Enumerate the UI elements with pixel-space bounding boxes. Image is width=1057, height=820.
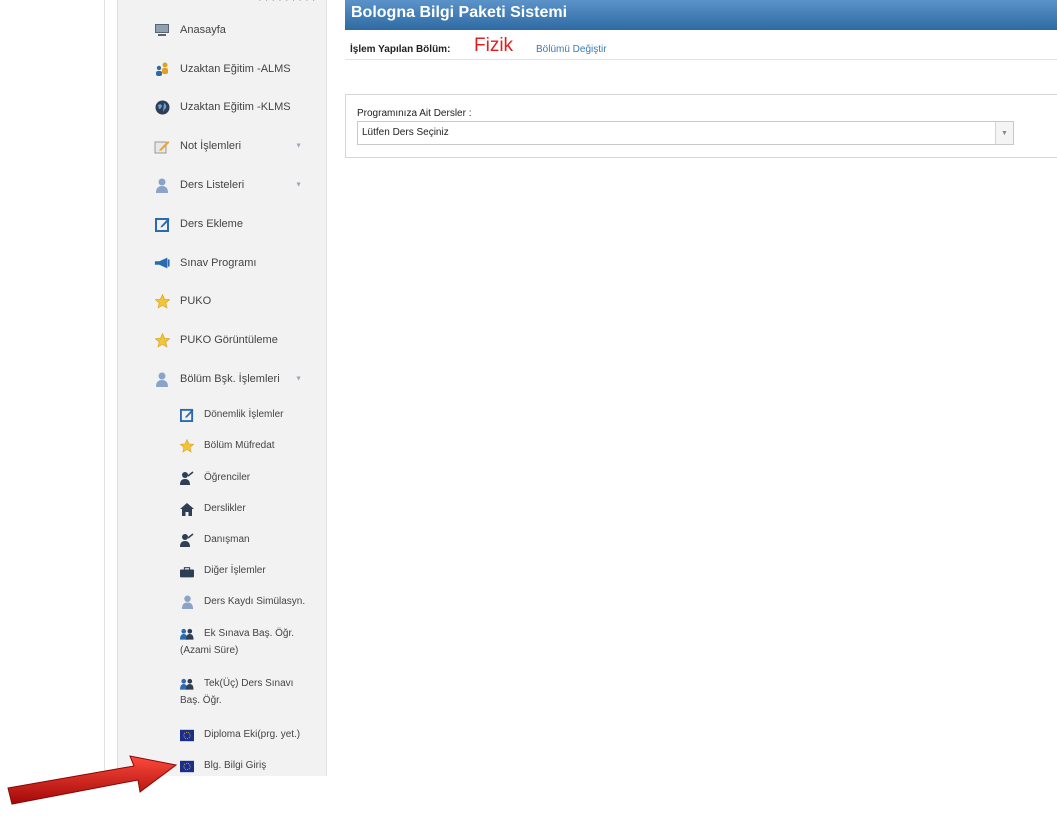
- user-icon: [180, 595, 194, 609]
- app-header: Bologna Bilgi Paketi Sistemi: [345, 0, 1057, 30]
- edit-icon: [180, 408, 194, 422]
- star-icon: [180, 439, 194, 453]
- sidebar-item-puko-goruntuleme[interactable]: PUKO Görüntüleme: [118, 322, 326, 358]
- sidebar: · · · · · · · · · Anasayfa Uzaktan Eğiti…: [117, 0, 327, 776]
- sidebar-item-alms[interactable]: Uzaktan Eğitim -ALMS: [118, 51, 326, 87]
- sidebar-item-label: PUKO: [180, 295, 212, 307]
- chevron-down-icon: ▼: [295, 181, 302, 189]
- subitem-label: Öğrenciler: [204, 472, 251, 483]
- group-icon: [180, 677, 194, 691]
- subitem-diploma-eki[interactable]: Diploma Eki(prg. yet.): [118, 727, 326, 743]
- sidebar-item-label: Uzaktan Eğitim -KLMS: [180, 101, 291, 113]
- sidebar-item-label: Ders Listeleri: [180, 179, 245, 191]
- sidebar-item-sinav-programi[interactable]: Sınav Programı: [118, 245, 326, 281]
- subitem-label-line2: (Azami Süre): [180, 645, 239, 656]
- change-department-link[interactable]: Bölümü Değiştir: [536, 44, 607, 55]
- sidebar-item-label: Uzaktan Eğitim -ALMS: [180, 63, 291, 75]
- subitem-label: Diploma Eki(prg. yet.): [204, 729, 301, 740]
- briefcase-icon: [180, 565, 194, 579]
- star-icon: [154, 293, 170, 309]
- subitem-label: Diğer İşlemler: [204, 565, 266, 576]
- subitem-ders-kaydi-simulasyon[interactable]: Ders Kaydı Simülasyn.: [118, 594, 326, 610]
- subitem-bolum-mufredat[interactable]: Bölüm Müfredat: [118, 438, 326, 454]
- sidebar-item-label: Sınav Programı: [180, 257, 257, 269]
- subitem-ek-sinava-bas-ogr[interactable]: Ek Sınava Baş. Öğr. (Azami Süre): [118, 626, 326, 662]
- star-icon: [154, 332, 170, 348]
- sidebar-item-ders-ekleme[interactable]: Ders Ekleme: [118, 206, 326, 242]
- department-label: İşlem Yapılan Bölüm:: [350, 44, 451, 55]
- department-bar: İşlem Yapılan Bölüm: Fizik Bölümü Değişt…: [345, 30, 1057, 60]
- course-select-value: Lütfen Ders Seçiniz: [362, 127, 449, 138]
- eu-flag-icon: [180, 759, 194, 773]
- department-name: Fizik: [474, 35, 514, 56]
- subitem-label: Danışman: [204, 534, 250, 545]
- course-select-label: Programınıza Ait Dersler :: [357, 108, 472, 119]
- sidebar-item-label: Anasayfa: [180, 24, 226, 36]
- page-title: Bologna Bilgi Paketi Sistemi: [351, 4, 568, 21]
- home-icon: [180, 502, 194, 516]
- subitem-label: Ders Kaydı Simülasyn.: [204, 596, 306, 607]
- sidebar-item-label: Not İşlemleri: [180, 140, 242, 152]
- subitem-label-line2: Baş. Öğr.: [180, 695, 222, 706]
- subitem-diger-islemler[interactable]: Diğer İşlemler: [118, 563, 326, 579]
- sidebar-item-label: Ders Ekleme: [180, 218, 243, 230]
- sidebar-item-label: PUKO Görüntüleme: [180, 334, 278, 346]
- subitem-ogrenciler[interactable]: Öğrenciler: [118, 470, 326, 486]
- globe-icon: [154, 99, 170, 115]
- chevron-down-icon: ▼: [295, 375, 302, 383]
- people-icon: [154, 61, 170, 77]
- sidebar-item-puko[interactable]: PUKO: [118, 283, 326, 319]
- sidebar-item-label: Bölüm Bşk. İşlemleri: [180, 373, 280, 385]
- subitem-label: Bölüm Müfredat: [204, 440, 275, 451]
- subitem-label: Derslikler: [204, 503, 246, 514]
- megaphone-icon: [154, 255, 170, 271]
- edit-icon: [154, 216, 170, 232]
- subitem-danisman[interactable]: Danışman: [118, 532, 326, 548]
- sidebar-item-ders-listeleri[interactable]: Ders Listeleri ▼: [118, 167, 326, 203]
- sidebar-item-klms[interactable]: Uzaktan Eğitim -KLMS: [118, 89, 326, 125]
- course-select[interactable]: Lütfen Ders Seçiniz ▼: [357, 121, 1014, 145]
- eu-flag-icon: [180, 728, 194, 742]
- sidebar-item-bolum-bsk-islemleri[interactable]: Bölüm Bşk. İşlemleri ▼: [118, 361, 326, 397]
- pencil-icon: [154, 138, 170, 154]
- subitem-label: Ek Sınava Baş. Öğr.: [204, 628, 295, 639]
- monitor-icon: [154, 22, 170, 38]
- user-icon: [154, 177, 170, 193]
- chevron-down-icon[interactable]: ▼: [995, 122, 1013, 144]
- subitem-label: Dönemlik İşlemler: [204, 409, 284, 420]
- teacher-icon: [180, 533, 194, 547]
- sidebar-item-anasayfa[interactable]: Anasayfa: [118, 12, 326, 48]
- subitem-label: Tek(Üç) Ders Sınavı: [204, 678, 294, 689]
- red-arrow-annotation: [7, 755, 178, 805]
- subitem-tek-uc-ders-sinavi[interactable]: Tek(Üç) Ders Sınavı Baş. Öğr.: [118, 676, 326, 712]
- subitem-derslikler[interactable]: Derslikler: [118, 501, 326, 517]
- sidebar-item-not-islemleri[interactable]: Not İşlemleri ▼: [118, 128, 326, 164]
- course-select-panel: Programınıza Ait Dersler : Lütfen Ders S…: [345, 94, 1057, 158]
- teacher-icon: [180, 471, 194, 485]
- subitem-label: Blg. Bilgi Giriş: [204, 760, 267, 771]
- chevron-down-icon: ▼: [295, 142, 302, 150]
- group-icon: [180, 627, 194, 641]
- page-left-border: [104, 0, 105, 780]
- user-icon: [154, 371, 170, 387]
- subitem-donemlik-islemler[interactable]: Dönemlik İşlemler: [118, 407, 326, 423]
